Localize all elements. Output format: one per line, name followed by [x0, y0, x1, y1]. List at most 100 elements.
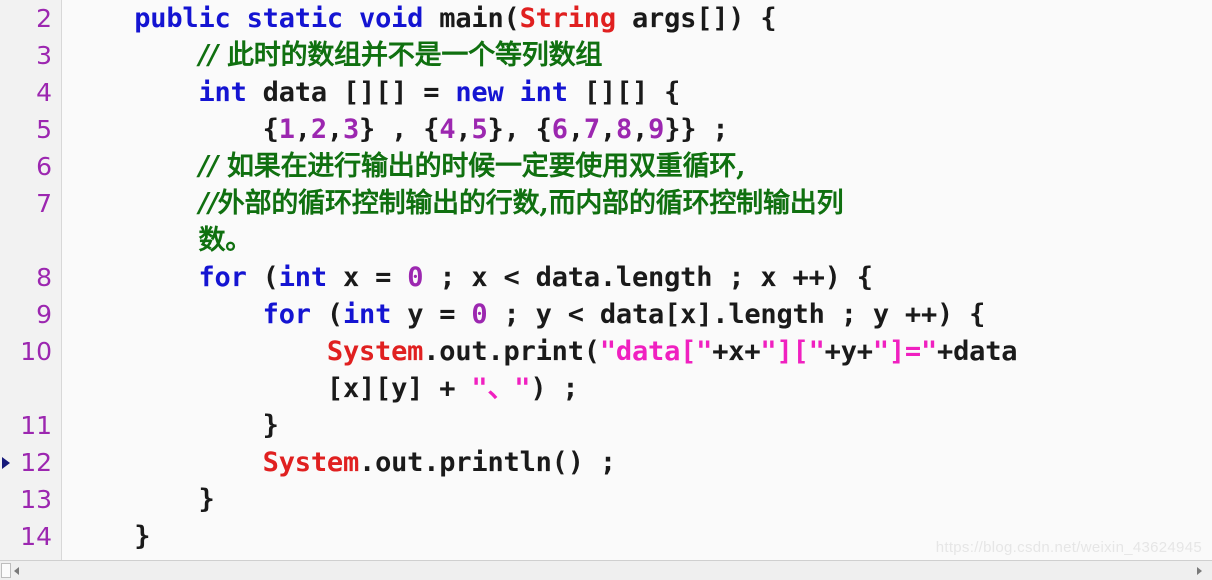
code-token-plain: {	[262, 114, 279, 145]
code-token-num: 1	[278, 114, 295, 145]
code-token-str: "data["	[599, 336, 713, 367]
code-token-cmtcjk: 外部的循环控制输出的行数,而内部的循环控制输出列	[217, 188, 844, 219]
line-number-row[interactable]: 14	[0, 518, 61, 555]
line-number-row[interactable]: 13	[0, 481, 61, 518]
code-token-plain: (	[246, 262, 279, 293]
line-number-row[interactable]: 7	[0, 185, 61, 222]
code-line[interactable]: System.out.println() ;	[70, 444, 1212, 481]
code-token-cmtcjk: 数。	[198, 225, 253, 256]
line-number-row[interactable]: 10	[0, 333, 61, 370]
line-number-label: 10	[20, 337, 52, 366]
code-line[interactable]: for (int y = 0 ; y < data[x].length ; y …	[70, 296, 1212, 333]
code-token-plain: ,	[455, 114, 472, 145]
line-number-row[interactable]: 3	[0, 37, 61, 74]
code-line[interactable]: [x][y] + "、") ;	[70, 370, 1212, 407]
code-token-plain: ; y < data[x].length ; y ++) {	[487, 299, 986, 330]
scrollbar-thumb[interactable]	[1, 563, 11, 578]
code-token-cmt: //	[198, 151, 227, 182]
code-token-kw: for	[198, 262, 247, 293]
code-token-num: 7	[583, 114, 600, 145]
code-token-plain: data [][] =	[246, 77, 456, 108]
code-token-num: 6	[551, 114, 568, 145]
horizontal-scrollbar[interactable]	[0, 560, 1212, 580]
code-token-plain: } , {	[359, 114, 440, 145]
code-token-plain: +x+	[712, 336, 761, 367]
code-line[interactable]: }	[70, 407, 1212, 444]
code-token-plain: +y+	[824, 336, 873, 367]
line-number-label: 11	[20, 411, 52, 440]
line-number-row[interactable]: 8	[0, 259, 61, 296]
code-line[interactable]: //外部的循环控制输出的行数,而内部的循环控制输出列	[70, 185, 1212, 222]
watermark: https://blog.csdn.net/weixin_43624945	[935, 539, 1202, 556]
code-token-plain: [][] {	[567, 77, 681, 108]
line-number-row[interactable]	[0, 222, 61, 259]
line-number-row[interactable]: 12	[0, 444, 61, 481]
line-number-label: 14	[20, 522, 52, 551]
code-token-kw: for	[262, 299, 311, 330]
code-token-plain: }	[262, 410, 279, 441]
code-token-plain: y =	[391, 299, 472, 330]
code-content-area[interactable]: public static void main(String args[]) {…	[62, 0, 1212, 580]
code-line[interactable]: for (int x = 0 ; x < data.length ; x ++)…	[70, 259, 1212, 296]
line-number-label: 7	[36, 189, 52, 218]
code-token-type: System	[326, 336, 424, 367]
code-token-num: 8	[616, 114, 633, 145]
code-token-kw: public static void	[134, 3, 440, 34]
line-number-row[interactable]: 2	[0, 0, 61, 37]
line-number-label: 4	[36, 78, 52, 107]
line-number-row[interactable]: 9	[0, 296, 61, 333]
code-token-plain: args[]) {	[615, 3, 777, 34]
line-number-row[interactable]: 4	[0, 74, 61, 111]
code-token-type: System	[262, 447, 360, 478]
line-number-label: 9	[36, 300, 52, 329]
current-line-marker-icon	[2, 456, 10, 469]
code-token-plain: ) ;	[530, 373, 579, 404]
code-token-num: 2	[310, 114, 327, 145]
code-line[interactable]: }	[70, 481, 1212, 518]
code-token-kw: new int	[455, 77, 568, 108]
code-token-num: 0	[471, 299, 488, 330]
code-token-plain: }	[134, 521, 151, 552]
code-line[interactable]: 数。	[70, 222, 1212, 259]
code-token-plain: x =	[326, 262, 408, 293]
code-line[interactable]: // 此时的数组并不是一个等列数组	[70, 37, 1212, 74]
line-number-label: 3	[36, 41, 52, 70]
code-token-num: 0	[407, 262, 424, 293]
code-token-num: 4	[439, 114, 456, 145]
line-number-row[interactable]: 6	[0, 148, 61, 185]
code-token-plain: [x][y] +	[326, 373, 472, 404]
code-token-cmtcjk: 此时的数组并不是一个等列数组	[226, 40, 603, 71]
code-line[interactable]: System.out.print("data["+x+"]["+y+"]="+d…	[70, 333, 1212, 370]
code-token-plain: ; x < data.length ; x ++) {	[423, 262, 873, 293]
line-number-label: 8	[36, 263, 52, 292]
code-line[interactable]: public static void main(String args[]) {	[70, 0, 1212, 37]
scroll-right-arrow-icon[interactable]	[1197, 566, 1202, 575]
code-token-str: "]="	[872, 336, 938, 367]
line-number-label: 6	[36, 152, 52, 181]
code-line[interactable]: // 如果在进行输出的时候一定要使用双重循环,	[70, 148, 1212, 185]
code-token-plain: ,	[632, 114, 649, 145]
code-line[interactable]: {1,2,3} , {4,5}, {6,7,8,9}} ;	[70, 111, 1212, 148]
code-token-cmtcjk: 如果在进行输出的时候一定要使用双重循环,	[226, 151, 746, 182]
line-number-row[interactable]: 11	[0, 407, 61, 444]
scroll-left-arrow-icon[interactable]	[14, 566, 19, 575]
code-editor: 23456789101112131415 public static void …	[0, 0, 1212, 580]
line-number-gutter[interactable]: 23456789101112131415	[0, 0, 62, 580]
line-number-row[interactable]	[0, 370, 61, 407]
line-number-row[interactable]: 5	[0, 111, 61, 148]
code-line[interactable]: int data [][] = new int [][] {	[70, 74, 1212, 111]
code-token-num: 3	[342, 114, 360, 145]
code-token-plain: .out.print(	[423, 336, 600, 367]
code-token-cmt: //	[198, 188, 218, 219]
